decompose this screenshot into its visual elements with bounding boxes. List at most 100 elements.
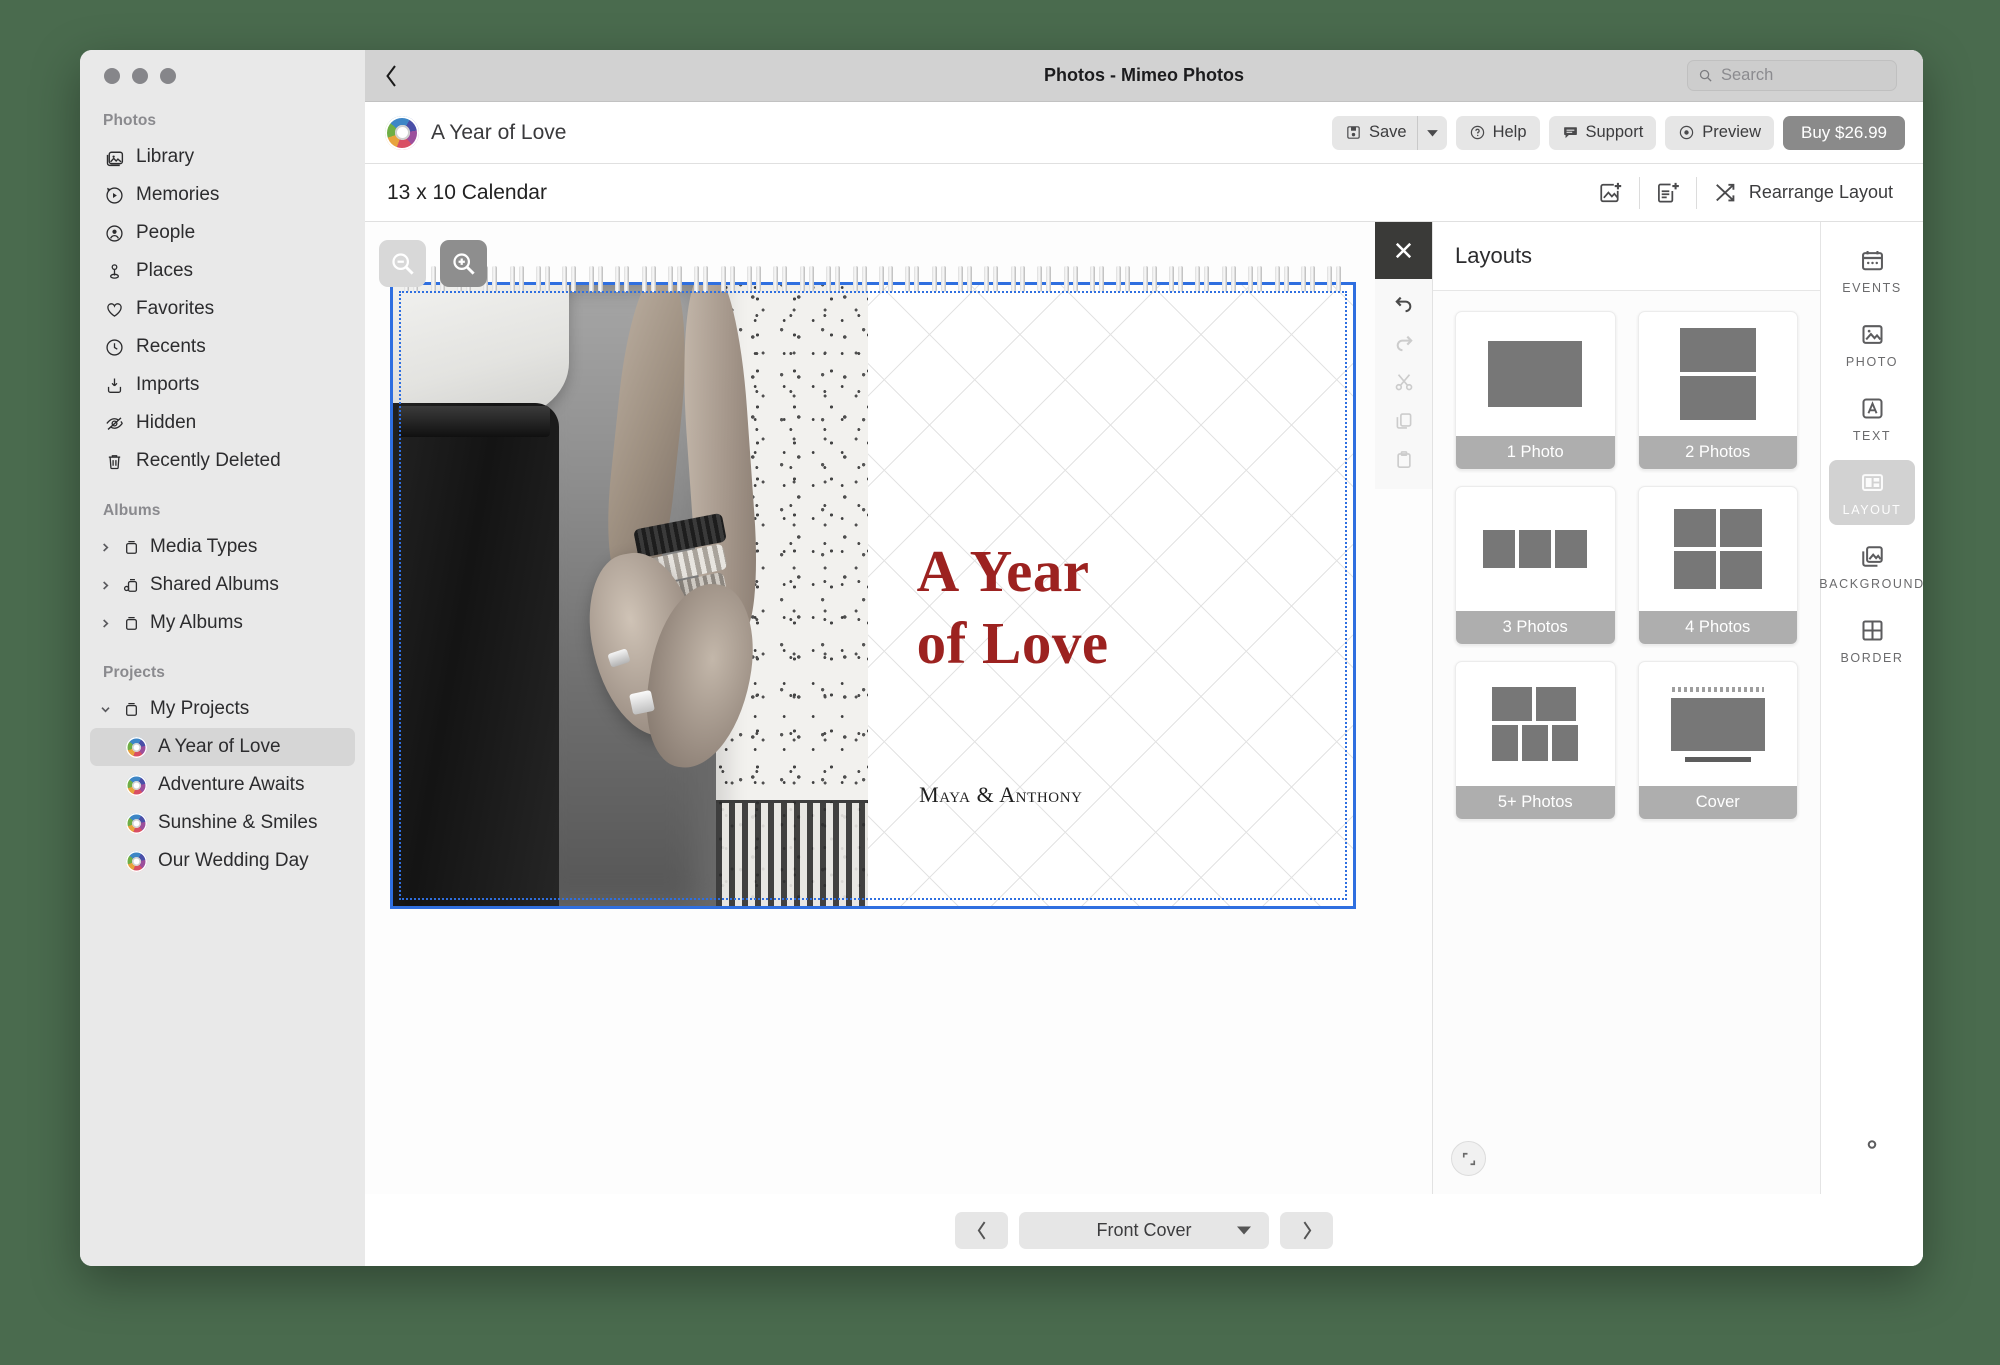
calendar-size-label: 13 x 10 Calendar (387, 180, 547, 204)
rail-item-photo[interactable]: PHOTO (1829, 312, 1915, 377)
album-icon (120, 536, 142, 558)
heart-icon (103, 298, 125, 320)
sidebar-section-albums-label: Albums (103, 502, 161, 519)
save-button[interactable]: Save (1332, 116, 1417, 150)
zoom-in-button[interactable] (440, 240, 487, 287)
cover-text-area[interactable]: A Year of Love Maya & Anthony (868, 285, 1353, 906)
add-page-button[interactable] (1640, 171, 1696, 215)
previous-page-button[interactable] (955, 1211, 1008, 1249)
layout-icon (1861, 474, 1883, 491)
cut-button[interactable] (1375, 362, 1432, 401)
layout-card-1-photo[interactable]: 1 Photo (1455, 311, 1616, 470)
floppy-disk-icon (1347, 126, 1360, 139)
zoom-out-icon (392, 253, 414, 275)
rail-item-border[interactable]: BORDER (1829, 608, 1915, 673)
rail-item-label: EVENTS (1842, 281, 1902, 295)
redo-button[interactable] (1375, 323, 1432, 362)
chat-bubble-icon (1563, 127, 1577, 139)
sidebar-item-media-types[interactable]: Media Types (90, 528, 355, 566)
caret-down-icon (1426, 129, 1438, 136)
calendar-front-cover-page[interactable]: A Year of Love Maya & Anthony (390, 282, 1356, 909)
maximize-window-button[interactable] (160, 68, 176, 84)
rail-item-background[interactable]: BACKGROUND (1819, 534, 1923, 599)
sidebar-item-shared-albums[interactable]: Shared Albums (90, 566, 355, 604)
sidebar-item-a-year-of-love[interactable]: A Year of Love (90, 728, 355, 766)
copy-button[interactable] (1375, 401, 1432, 440)
window-titlebar: Photos - Mimeo Photos Search (365, 50, 1923, 102)
undo-button[interactable] (1375, 284, 1432, 323)
chevron-right-icon (98, 580, 112, 591)
sidebar-item-my-albums[interactable]: My Albums (90, 604, 355, 642)
sidebar-item-my-projects[interactable]: My Projects (90, 690, 355, 728)
layout-card-5-plus-photos[interactable]: 5+ Photos (1455, 661, 1616, 820)
toolbar-buttons: Save Help Support Preview Buy $26.99 (1331, 115, 1905, 150)
rail-item-events[interactable]: EVENTS (1829, 238, 1915, 303)
sidebar-item-favorites[interactable]: Favorites (90, 290, 355, 328)
sidebar-item-memories[interactable]: Memories (90, 176, 355, 214)
close-window-button[interactable] (104, 68, 120, 84)
photo-icon (1861, 325, 1883, 344)
desktop-background: Photos Library Memories People Places Fa… (0, 0, 2000, 1365)
layout-caption: 3 Photos (1456, 611, 1615, 644)
right-tool-rail: EVENTS PHOTO TEXT LAYOUT BACKGROUND BORD… (1819, 222, 1923, 1194)
rail-item-layout[interactable]: LAYOUT (1829, 460, 1915, 525)
sidebar-item-label: Media Types (150, 536, 258, 557)
sidebar-item-label: My Projects (150, 698, 250, 719)
layout-caption: 1 Photo (1456, 436, 1615, 469)
cut-scissors-icon (1395, 373, 1412, 390)
back-button[interactable] (365, 64, 417, 88)
library-icon (103, 146, 125, 168)
layout-card-2-photos[interactable]: 2 Photos (1637, 311, 1798, 470)
minimize-window-button[interactable] (132, 68, 148, 84)
cover-subtitle[interactable]: Maya & Anthony (919, 782, 1083, 808)
sidebar-item-recently-deleted[interactable]: Recently Deleted (90, 442, 355, 480)
layout-card-3-photos[interactable]: 3 Photos (1455, 486, 1616, 645)
help-button[interactable]: Help (1455, 115, 1540, 150)
layouts-panel: Layouts 1 Photo 2 Photos 3 Photos 4 Phot… (1432, 222, 1820, 1194)
sidebar-item-people[interactable]: People (90, 214, 355, 252)
main-area: Photos - Mimeo Photos Search A Year of L… (365, 50, 1923, 1266)
zoom-out-button[interactable] (379, 240, 426, 287)
sidebar-item-our-wedding-day[interactable]: Our Wedding Day (90, 842, 355, 880)
sidebar-item-library[interactable]: Library (90, 138, 355, 176)
sidebar-item-label: Our Wedding Day (158, 850, 309, 871)
save-split-button[interactable]: Save (1331, 115, 1447, 150)
canvas-region: A Year of Love Maya & Anthony Layouts 1 … (365, 222, 1923, 1194)
layout-card-4-photos[interactable]: 4 Photos (1637, 486, 1798, 645)
sidebar-item-hidden[interactable]: Hidden (90, 404, 355, 442)
layout-card-cover[interactable]: Cover (1637, 661, 1798, 820)
support-button[interactable]: Support (1548, 115, 1657, 150)
background-icon (1861, 546, 1883, 567)
layout-thumb-3-photos (1456, 487, 1615, 611)
add-page-icon (1657, 182, 1679, 203)
cover-photo[interactable] (393, 285, 869, 906)
paste-button[interactable] (1375, 440, 1432, 479)
buy-button[interactable]: Buy $26.99 (1782, 115, 1905, 150)
rail-item-label: BORDER (1840, 651, 1904, 665)
preview-label: Preview (1702, 123, 1761, 141)
add-photo-button[interactable] (1583, 171, 1639, 215)
layouts-panel-title: Layouts (1433, 222, 1820, 291)
sidebar-item-recents[interactable]: Recents (90, 328, 355, 366)
sidebar-item-adventure-awaits[interactable]: Adventure Awaits (90, 766, 355, 804)
next-page-button[interactable] (1280, 1211, 1333, 1249)
layout-thumb-2-photos (1639, 312, 1798, 436)
canvas[interactable]: A Year of Love Maya & Anthony (365, 222, 1432, 1194)
search-input[interactable]: Search (1687, 60, 1897, 91)
mimeo-logo-icon (126, 812, 147, 834)
sidebar-item-sunshine-and-smiles[interactable]: Sunshine & Smiles (90, 804, 355, 842)
save-dropdown-button[interactable] (1416, 115, 1447, 150)
sidebar-item-places[interactable]: Places (90, 252, 355, 290)
rail-item-text[interactable]: TEXT (1829, 386, 1915, 451)
sidebar-item-imports[interactable]: Imports (90, 366, 355, 404)
copy-icon (1396, 412, 1411, 429)
spiral-binding (390, 266, 1356, 296)
cover-title[interactable]: A Year of Love (917, 536, 1109, 680)
page-selector-dropdown[interactable]: Front Cover (1019, 1211, 1269, 1249)
expand-panel-button[interactable] (1451, 1141, 1486, 1176)
preview-button[interactable]: Preview (1665, 115, 1774, 150)
settings-button[interactable] (1859, 1131, 1886, 1158)
rearrange-layout-button[interactable]: Rearrange Layout (1697, 180, 1907, 205)
close-panel-button[interactable] (1375, 222, 1432, 279)
layout-caption: 2 Photos (1638, 436, 1797, 469)
